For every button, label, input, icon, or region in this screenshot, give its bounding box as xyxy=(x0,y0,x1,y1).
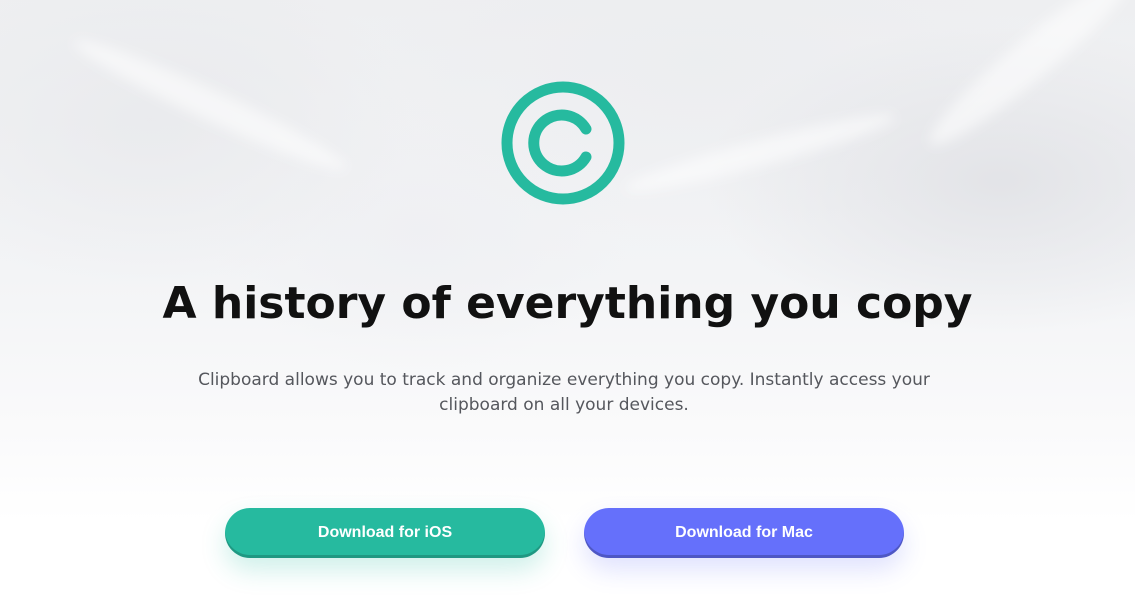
clipboard-logo-icon xyxy=(501,81,625,205)
background-texture xyxy=(621,104,899,202)
background-texture xyxy=(67,28,353,182)
background-texture xyxy=(917,0,1135,159)
download-ios-button[interactable]: Download for iOS xyxy=(225,508,545,558)
page-title: A history of everything you copy xyxy=(162,278,973,329)
download-mac-button[interactable]: Download for Mac xyxy=(584,508,904,558)
hero-description: Clipboard allows you to track and organi… xyxy=(198,370,930,415)
